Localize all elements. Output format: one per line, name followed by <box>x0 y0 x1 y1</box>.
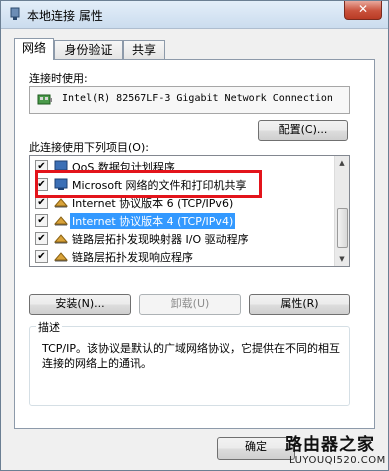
item-label: 链路层拓扑发现映射器 I/O 驱动程序 <box>72 233 249 246</box>
description-title: 描述 <box>36 319 62 335</box>
adapter-name: Intel(R) 82567LF-3 Gigabit Network Conne… <box>62 93 333 104</box>
uninstall-button[interactable]: 卸载(U) <box>139 294 241 315</box>
watermark-title: 路由器之家 <box>285 435 375 455</box>
item-checkbox[interactable]: ✔ <box>35 214 48 227</box>
network-tab-panel: 连接时使用: Intel(R) 82567LF-3 Gigabit Networ… <box>14 59 375 429</box>
tab-sharing[interactable]: 共享 <box>123 40 165 59</box>
title-bar[interactable]: 本地连接 属性 ✕ <box>1 1 388 29</box>
watermark-url: LUYOUQI520.COM <box>289 455 386 466</box>
close-button[interactable]: ✕ <box>344 1 382 20</box>
ok-button[interactable]: 确定 <box>217 437 295 460</box>
window-title: 本地连接 属性 <box>27 9 103 23</box>
tab-authentication[interactable]: 身份验证 <box>54 40 123 59</box>
network-card-icon <box>37 94 52 105</box>
scroll-down-icon[interactable]: ▼ <box>335 252 349 266</box>
properties-button[interactable]: 属性(R) <box>249 294 350 315</box>
scroll-thumb[interactable] <box>337 208 348 248</box>
protocol-icon <box>54 252 68 262</box>
list-item[interactable]: ✔ 链路层拓扑发现映射器 I/O 驱动程序 <box>30 230 335 246</box>
list-item[interactable]: ✔ 链路层拓扑发现响应程序 <box>30 248 335 264</box>
protocol-icon <box>54 216 68 226</box>
adapter-field: Intel(R) 82567LF-3 Gigabit Network Conne… <box>29 86 350 114</box>
item-label: 链路层拓扑发现响应程序 <box>72 251 193 264</box>
list-scrollbar[interactable]: ▲ ▼ <box>334 156 349 266</box>
network-adapter-icon <box>10 7 20 20</box>
description-group: 描述 TCP/IP。该协议是默认的广域网络协议，它提供在不同的相互连接的网络上的… <box>29 319 350 406</box>
items-label: 此连接使用下列项目(O): <box>29 141 149 154</box>
description-text: TCP/IP。该协议是默认的广域网络协议，它提供在不同的相互连接的网络上的通讯。 <box>42 342 340 370</box>
list-item-selected[interactable]: ✔ Internet 协议版本 4 (TCP/IPv4) <box>30 212 335 229</box>
item-checkbox[interactable]: ✔ <box>35 232 48 245</box>
tab-network[interactable]: 网络 <box>14 38 54 60</box>
annotation-highlight-box <box>35 170 262 198</box>
protocol-icon <box>54 234 68 244</box>
site-watermark: 路由器之家 LUYOUQI520.COM <box>285 430 389 471</box>
item-label: Internet 协议版本 4 (TCP/IPv4) <box>70 213 236 229</box>
install-button[interactable]: 安装(N)... <box>29 294 131 315</box>
configure-button[interactable]: 配置(C)... <box>258 120 348 141</box>
properties-dialog: 本地连接 属性 ✕ 网络 身份验证 共享 连接时使用: Intel(R) 825… <box>0 0 389 471</box>
scroll-up-icon[interactable]: ▲ <box>335 156 349 170</box>
connect-using-label: 连接时使用: <box>29 72 88 85</box>
item-checkbox[interactable]: ✔ <box>35 250 48 263</box>
